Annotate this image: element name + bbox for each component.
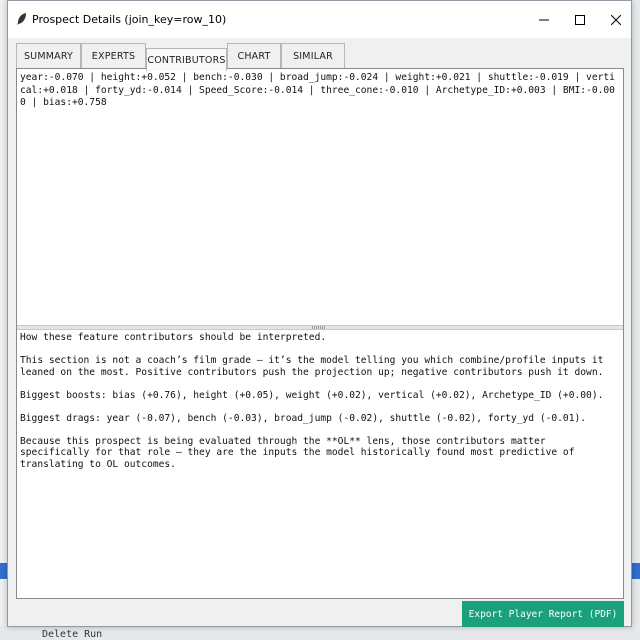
splitter-grip-icon <box>312 326 326 329</box>
tab-experts[interactable]: EXPERTS <box>81 43 146 69</box>
lens-explanation-text: Because this prospect is being evaluated… <box>20 435 581 470</box>
background-selected-row-left <box>0 563 7 579</box>
window-title: Prospect Details (join_key=row_10) <box>32 13 227 26</box>
background-selected-row-right <box>631 563 640 579</box>
background-app-right-edge <box>631 0 640 640</box>
tab-strip: SUMMARY EXPERTS CONTRIBUTORS CHART SIMIL… <box>16 38 626 71</box>
tab-similar[interactable]: SIMILAR <box>281 43 345 69</box>
biggest-boosts-text: Biggest boosts: bias (+0.76), height (+0… <box>20 389 604 401</box>
maximize-button[interactable] <box>561 1 599 38</box>
background-delete-run-button[interactable]: Delete Run <box>42 629 102 640</box>
tab-chart[interactable]: CHART <box>227 43 281 69</box>
minimize-icon <box>539 19 549 20</box>
biggest-drags-text: Biggest drags: year (-0.07), bench (-0.0… <box>20 412 587 424</box>
interpretation-paragraph: This section is not a coach’s film grade… <box>20 355 610 378</box>
feather-icon <box>17 13 26 25</box>
title-bar[interactable]: Prospect Details (join_key=row_10) <box>8 1 631 38</box>
prospect-details-window: Prospect Details (join_key=row_10) SUMMA… <box>7 0 632 627</box>
export-player-report-button[interactable]: Export Player Report (PDF) <box>462 601 624 627</box>
tab-contributors[interactable]: CONTRIBUTORS <box>146 48 227 71</box>
close-icon <box>611 14 621 25</box>
maximize-icon <box>575 14 585 25</box>
contributors-panel: year:-0.070 | height:+0.052 | bench:-0.0… <box>16 68 624 599</box>
interpretation-heading: How these feature contributors should be… <box>20 332 327 343</box>
interpretation-text-area[interactable]: How these feature contributors should be… <box>17 330 623 598</box>
contributors-text-area[interactable]: year:-0.070 | height:+0.052 | bench:-0.0… <box>17 69 623 323</box>
tab-summary[interactable]: SUMMARY <box>16 43 81 69</box>
close-button[interactable] <box>597 1 635 38</box>
minimize-button[interactable] <box>525 1 563 38</box>
